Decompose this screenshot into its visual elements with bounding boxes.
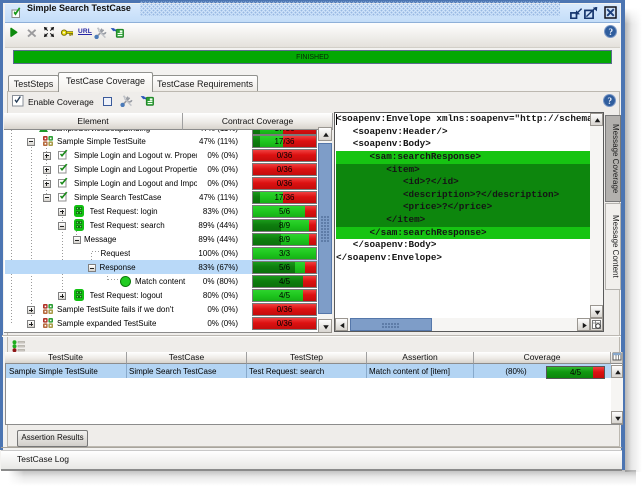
svg-text:?: ? xyxy=(608,28,613,38)
svg-text:?: ? xyxy=(607,97,612,107)
